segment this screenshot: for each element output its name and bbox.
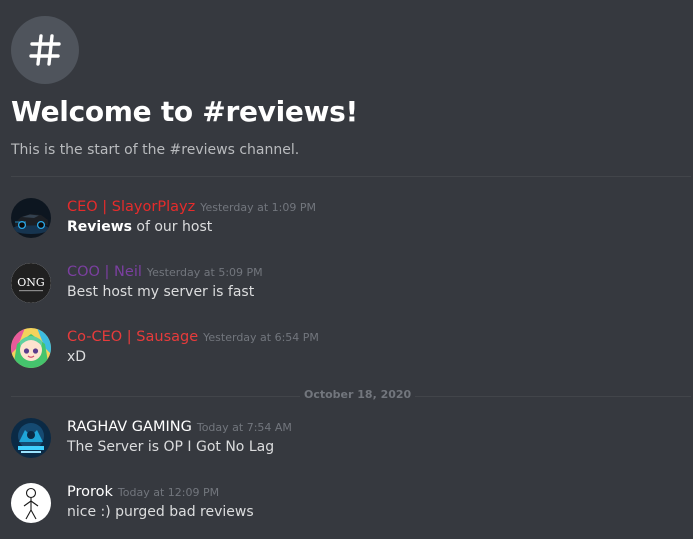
message-text: xD <box>67 349 87 365</box>
timestamp[interactable]: Today at 7:54 AM <box>197 421 292 434</box>
timestamp[interactable]: Yesterday at 6:54 PM <box>203 331 319 344</box>
date-divider-label: October 18, 2020 <box>300 388 416 401</box>
timestamp[interactable]: Yesterday at 5:09 PM <box>147 266 263 279</box>
message: RAGHAV GAMING Today at 7:54 AM The Server… <box>11 418 681 464</box>
header-divider <box>11 176 691 177</box>
welcome-title: Welcome to #reviews! <box>11 95 358 128</box>
hash-icon <box>11 16 79 84</box>
stick-figure-avatar[interactable] <box>11 483 51 523</box>
timestamp[interactable]: Yesterday at 1:09 PM <box>200 201 316 214</box>
message: Co-CEO | Sausage Yesterday at 6:54 PM xD <box>11 328 681 374</box>
anime-girl-avatar[interactable] <box>11 328 51 368</box>
message: ONG COO | Neil Yesterday at 5:09 PM Best … <box>11 263 681 309</box>
message-text: nice :) purged bad reviews <box>67 504 254 520</box>
author-name[interactable]: CEO | SlayorPlayz <box>67 199 195 215</box>
author-name[interactable]: Co-CEO | Sausage <box>67 329 198 345</box>
message-text: Reviews of our host <box>67 219 212 235</box>
author-name[interactable]: COO | Neil <box>67 264 142 280</box>
message: Prorok Today at 12:09 PM nice :) purged b… <box>11 483 681 529</box>
message-text: The Server is OP I Got No Lag <box>67 439 275 455</box>
channel-welcome-header: Welcome to #reviews! This is the start o… <box>11 16 691 158</box>
author-name[interactable]: RAGHAV GAMING <box>67 419 192 435</box>
timestamp[interactable]: Today at 12:09 PM <box>118 486 219 499</box>
text-rest: of our host <box>131 219 213 235</box>
message-text: Best host my server is fast <box>67 284 255 300</box>
welcome-subtitle: This is the start of the #reviews channe… <box>11 142 300 158</box>
bold-text: Reviews <box>67 219 132 235</box>
car-avatar[interactable] <box>11 198 51 238</box>
gaming-logo-avatar[interactable] <box>11 418 51 458</box>
ong-logo-avatar[interactable]: ONG <box>11 263 51 303</box>
message: CEO | SlayorPlayz Yesterday at 1:09 PM Re… <box>11 198 681 244</box>
ong-logo-text: ONG <box>17 276 44 289</box>
author-name[interactable]: Prorok <box>67 484 113 500</box>
